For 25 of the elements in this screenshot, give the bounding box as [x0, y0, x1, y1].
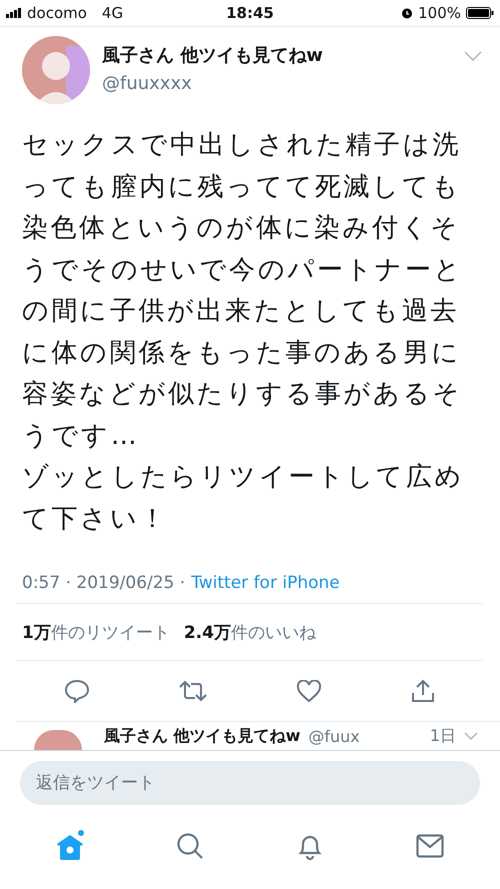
battery-percent: 100% — [418, 4, 461, 22]
heart-icon[interactable] — [296, 680, 322, 702]
engagement-count[interactable]: 1万件のリツイート — [22, 620, 170, 644]
tweet-timestamp: 0:57 · 2019/06/25 · — [22, 573, 186, 593]
carrier-name: docomo — [27, 4, 87, 22]
retweet-icon[interactable] — [178, 680, 208, 702]
display-name: 風子さん 他ツイも見てねw — [102, 44, 324, 67]
avatar[interactable] — [34, 730, 82, 750]
user-handle: @fuux — [308, 726, 361, 746]
reply-field[interactable]: 返信をツイート — [20, 761, 480, 805]
user-handle: @fuuxxxx — [102, 73, 193, 94]
signal-icon — [6, 8, 22, 18]
network-type: 4G — [102, 4, 124, 22]
search-icon[interactable] — [176, 832, 204, 860]
tweet-text: セックスで中出しされた精子は洗っても膣内に残ってて死滅しても染色体というのが体に染み付くそうでそのせいで今のパートナーとの間に子供が出来たとしても過去に体の関係をもった事のある男に容姿などが似たりする事があるそうです… ゾッとしたらリツイートして広めて下さい！ — [21, 129, 465, 536]
speech-bubble-icon[interactable] — [64, 679, 90, 703]
envelope-icon[interactable] — [416, 834, 444, 858]
home-icon[interactable] — [54, 830, 86, 862]
engagement-count[interactable]: 2.4万件のいいね — [184, 620, 316, 644]
alarm-icon — [401, 7, 414, 19]
tweet-time: 1日 — [430, 726, 456, 746]
battery-icon — [466, 7, 494, 19]
display-name: 風子さん 他ツイも見てねw — [104, 726, 300, 746]
share-icon[interactable] — [410, 679, 436, 703]
clock-time: 18:45 — [226, 4, 274, 22]
